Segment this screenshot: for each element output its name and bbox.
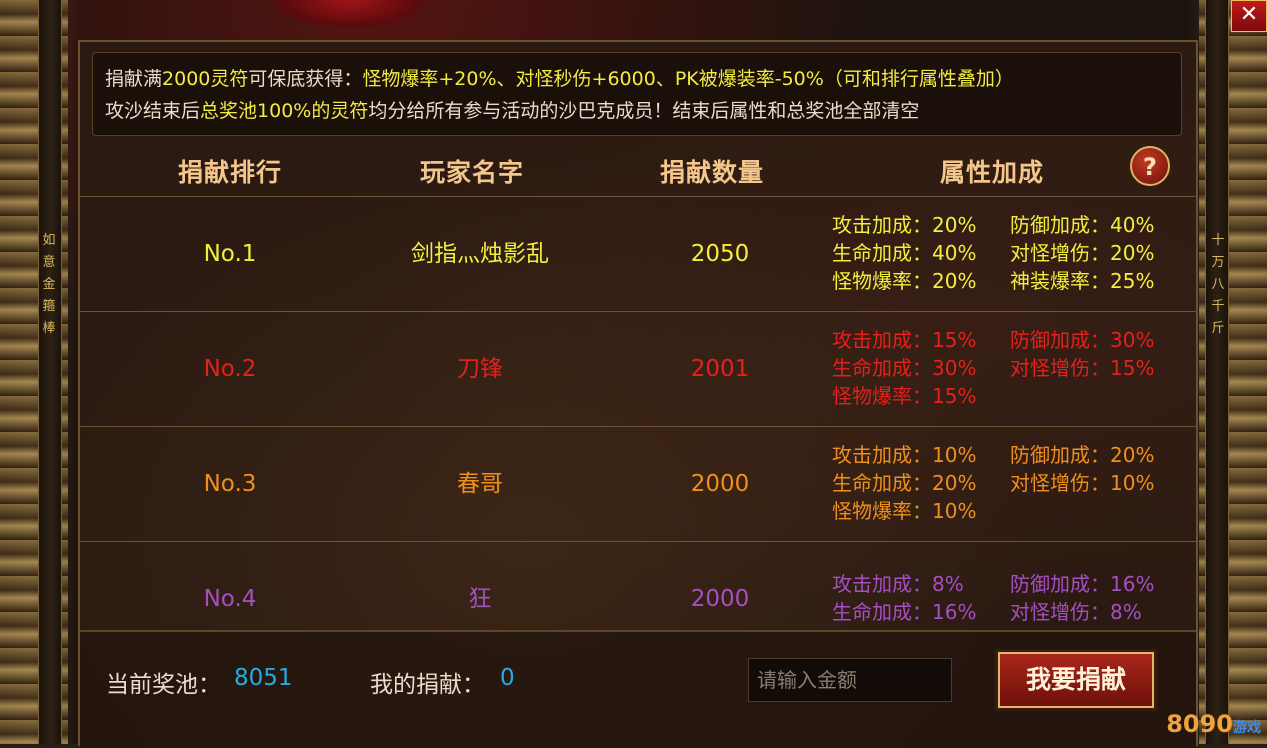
my-donation-value: 0 bbox=[500, 665, 515, 691]
header-amount: 捐献数量 bbox=[660, 158, 765, 187]
my-donation-label: 我的捐献： bbox=[370, 672, 485, 698]
attribute-item: 生命加成：30% bbox=[832, 356, 977, 380]
notice-highlight: 总奖池100%的灵符 bbox=[200, 100, 369, 122]
attribute-item: 神装爆率：25% bbox=[1010, 269, 1155, 293]
rank-label: No.2 bbox=[203, 356, 257, 382]
top-dragon-ornament bbox=[270, 0, 430, 30]
notice-line-1: 捐献满2000灵符可保底获得：怪物爆率+20%、对怪秒伤+6000、PK被爆装率… bbox=[105, 63, 1169, 95]
ranking-row: No.2 刀锋 2001 攻击加成：15% 防御加成：30% 生命加成：30% 对怪增伤：1… bbox=[80, 311, 1196, 426]
rank-label: No.3 bbox=[203, 471, 257, 497]
attribute-item: 生命加成：20% bbox=[832, 471, 977, 495]
pool-label: 当前奖池： bbox=[106, 672, 221, 698]
attribute-item: 防御加成：40% bbox=[1010, 213, 1155, 237]
attribute-item: 攻击加成：8% bbox=[832, 572, 964, 596]
notice-text: 攻沙结束后 bbox=[105, 100, 201, 122]
donation-amount: 2001 bbox=[690, 356, 750, 382]
notice-box: 捐献满2000灵符可保底获得：怪物爆率+20%、对怪秒伤+6000、PK被爆装率… bbox=[92, 52, 1182, 136]
rank-label: No.1 bbox=[203, 241, 257, 267]
attribute-item: 攻击加成：10% bbox=[832, 443, 977, 467]
table-header: 捐献排行 玩家名字 捐献数量 属性加成 bbox=[80, 145, 1196, 195]
right-vertical-inscription: 十万八千斤 bbox=[1211, 233, 1225, 336]
watermark-logo: 8090 bbox=[1166, 710, 1233, 738]
attribute-item: 防御加成：16% bbox=[1010, 572, 1155, 596]
amount-input[interactable]: 请输入金额 bbox=[748, 658, 952, 702]
attribute-item: 对怪增伤：20% bbox=[1010, 241, 1155, 265]
ranking-row: No.3 春哥 2000 攻击加成：10% 防御加成：20% 生命加成：20% 对怪增伤：1… bbox=[80, 426, 1196, 541]
left-vertical-inscription: 如意金箍棒 bbox=[42, 233, 56, 336]
attribute-item: 怪物爆率：20% bbox=[832, 269, 977, 293]
notice-text: 均分给所有参与活动的沙巴克成员！结束后属性和总奖池全部清空 bbox=[368, 100, 920, 122]
donate-button[interactable]: 我要捐献 bbox=[998, 652, 1154, 708]
help-button[interactable]: ? bbox=[1130, 146, 1170, 186]
attribute-item: 怪物爆率：15% bbox=[832, 384, 977, 408]
attribute-item: 生命加成：16% bbox=[832, 600, 977, 624]
notice-line-2: 攻沙结束后总奖池100%的灵符均分给所有参与活动的沙巴克成员！结束后属性和总奖池… bbox=[105, 95, 1169, 127]
player-name: 刀锋 bbox=[457, 356, 503, 382]
notice-highlight: 2000灵符 bbox=[162, 68, 249, 90]
notice-text: 捐献满 bbox=[105, 68, 163, 90]
donation-amount: 2050 bbox=[690, 241, 750, 267]
player-name: 剑指灬烛影乱 bbox=[411, 241, 549, 267]
attribute-item: 对怪增伤：15% bbox=[1010, 356, 1155, 380]
notice-highlight: （可和排行属性叠加） bbox=[823, 68, 1014, 90]
ranking-row: No.1 剑指灬烛影乱 2050 攻击加成：20% 防御加成：40% 生命加成：40% 对怪… bbox=[80, 196, 1196, 311]
left-pillar-inner bbox=[38, 0, 62, 744]
attribute-item: 攻击加成：20% bbox=[832, 213, 977, 237]
site-watermark: 8090游戏 bbox=[1166, 710, 1261, 738]
footer-bar: 当前奖池： 8051 我的捐献： 0 请输入金额 我要捐献 bbox=[80, 630, 1196, 748]
header-attributes: 属性加成 bbox=[940, 158, 1045, 187]
attribute-item: 怪物爆率：10% bbox=[832, 499, 977, 523]
pool-value: 8051 bbox=[234, 665, 293, 691]
attribute-item: 对怪增伤：8% bbox=[1010, 600, 1142, 624]
right-pillar-inner bbox=[1205, 0, 1229, 744]
header-player-name: 玩家名字 bbox=[420, 158, 525, 187]
donation-panel: 捐献满2000灵符可保底获得：怪物爆率+20%、对怪秒伤+6000、PK被爆装率… bbox=[78, 40, 1198, 748]
attribute-item: 防御加成：30% bbox=[1010, 328, 1155, 352]
donation-amount: 2000 bbox=[690, 471, 750, 497]
attribute-item: 对怪增伤：10% bbox=[1010, 471, 1155, 495]
watermark-sub: 游戏 bbox=[1233, 720, 1261, 736]
close-button[interactable]: ✕ bbox=[1231, 0, 1267, 32]
attribute-item: 防御加成：20% bbox=[1010, 443, 1155, 467]
attribute-item: 攻击加成：15% bbox=[832, 328, 977, 352]
attribute-item: 生命加成：40% bbox=[832, 241, 977, 265]
notice-text: 可保底获得： bbox=[248, 68, 363, 90]
header-rank: 捐献排行 bbox=[178, 158, 283, 187]
player-name: 春哥 bbox=[457, 471, 503, 497]
notice-highlight: 怪物爆率+20%、对怪秒伤+6000、PK被爆装率-50% bbox=[362, 68, 824, 90]
